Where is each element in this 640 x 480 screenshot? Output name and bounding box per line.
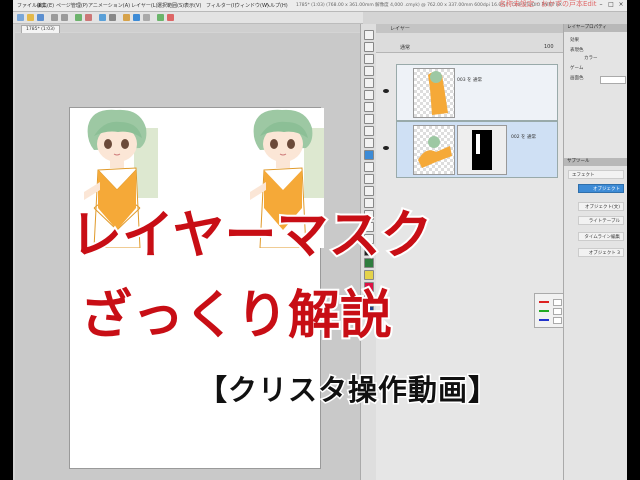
menu-select[interactable]: 選択範囲(S) [157, 2, 184, 9]
screen-color-field[interactable] [600, 76, 626, 84]
property-item-object-3[interactable]: オブジェクト 3 [578, 248, 624, 257]
overlay-subtitle: 【クリスタ操作動画】 [196, 373, 499, 407]
save-icon[interactable] [37, 14, 44, 21]
new-file-icon[interactable] [17, 14, 24, 21]
layer-thumbnail [413, 68, 455, 118]
brush-tool-icon[interactable] [364, 114, 374, 124]
layer-name[interactable]: 002 を 通常 [511, 134, 536, 140]
airbrush-tool-icon[interactable] [364, 126, 374, 136]
move-tool-icon[interactable] [364, 30, 374, 40]
menu-layer[interactable]: レイヤー(L) [131, 2, 158, 9]
fill-icon[interactable] [75, 14, 82, 21]
crop-icon[interactable] [109, 14, 116, 21]
layer-mask-thumbnail[interactable] [457, 125, 507, 175]
select-tool-icon[interactable] [364, 54, 374, 64]
grid-icon[interactable] [143, 14, 150, 21]
ruler-icon[interactable] [133, 14, 140, 21]
effect-label: 効果 [570, 38, 579, 43]
color-icon[interactable] [157, 14, 164, 21]
lasso-tool-icon[interactable] [364, 66, 374, 76]
layer-blend-row: 通常 100 [376, 43, 563, 53]
color-slider-panel [534, 293, 564, 328]
menu-filter[interactable]: フィルター(I) [206, 2, 236, 9]
sub-label: ゲーム [570, 66, 584, 71]
overlay-title-line2: ざっくり解説 [78, 286, 394, 346]
property-item-lighttable[interactable]: ライトテーブル [578, 216, 624, 225]
figure-tool-icon[interactable] [364, 186, 374, 196]
gradient-tool-icon[interactable] [364, 174, 374, 184]
undo-icon[interactable] [51, 14, 58, 21]
menu-view[interactable]: 表示(V) [184, 2, 201, 9]
minimize-icon[interactable]: – [597, 1, 605, 9]
blue-slider[interactable] [539, 319, 549, 321]
close-icon[interactable]: × [617, 1, 625, 9]
layer-panel-header: レイヤー [376, 24, 563, 33]
blend-mode-select[interactable]: 通常 [400, 44, 410, 51]
layer-property-title: レイヤープロパティ [564, 24, 627, 32]
menu-animation[interactable]: アニメーション(A) [88, 2, 130, 9]
blend-tool-icon[interactable] [364, 150, 374, 160]
rotate-icon[interactable] [167, 14, 174, 21]
eraser-tool-icon[interactable] [364, 138, 374, 148]
blue-value-field[interactable] [553, 317, 562, 324]
snap-icon[interactable] [123, 14, 130, 21]
opacity-value[interactable]: 100 [544, 44, 554, 50]
canvas-tab-bar: 1785* (1:03) [15, 24, 360, 33]
layer-toolbar [376, 33, 563, 43]
sub-panel-title: サブツール [564, 158, 627, 166]
expression-color-value[interactable]: カラー [584, 55, 598, 61]
menu-page[interactable]: ページ管理(P) [56, 2, 88, 9]
right-panel: レイヤープロパティ 効果 表現色 カラー ゲーム 画面色 サブツール エフェクト… [564, 24, 627, 480]
canvas-tab[interactable]: 1785* (1:03) [21, 25, 60, 33]
maximize-icon[interactable]: □ [607, 1, 615, 9]
layer-row[interactable]: 003 を 通常 [383, 64, 558, 121]
eyedropper-tool-icon[interactable] [364, 78, 374, 88]
visibility-eye-icon[interactable] [383, 89, 389, 93]
clear-icon[interactable] [85, 14, 92, 21]
overlay-title-line1: レイヤーマスク [68, 206, 434, 266]
pencil-tool-icon[interactable] [364, 102, 374, 112]
layer-row[interactable]: 002 を 通常 [383, 121, 558, 178]
open-folder-icon[interactable] [27, 14, 34, 21]
command-bar [13, 12, 363, 24]
menu-window[interactable]: ウィンドウ(W) [235, 2, 269, 9]
red-value-field[interactable] [553, 299, 562, 306]
fill-tool-icon[interactable] [364, 162, 374, 172]
green-slider[interactable] [539, 310, 549, 312]
menu-bar: ファイル(F) 編集(E) ページ管理(P) アニメーション(A) レイヤー(L… [13, 0, 627, 12]
property-item-object[interactable]: オブジェクト [578, 184, 624, 193]
effect-header[interactable]: エフェクト [568, 170, 624, 179]
layer-panel-title: レイヤー [390, 26, 410, 32]
redo-icon[interactable] [61, 14, 68, 21]
green-value-field[interactable] [553, 308, 562, 315]
pen-tool-icon[interactable] [364, 90, 374, 100]
layer-thumbnail [413, 125, 455, 175]
transparent-color-icon[interactable] [364, 270, 374, 280]
menu-help[interactable]: ヘルプ(H) [265, 2, 288, 9]
screen-color-label: 画面色 [570, 76, 584, 81]
property-item-object-text[interactable]: オブジェクト(文) [578, 202, 624, 211]
zoom-tool-icon[interactable] [364, 42, 374, 52]
property-item-timeline[interactable]: タイムライン編集 [578, 232, 624, 241]
visibility-eye-icon[interactable] [383, 146, 389, 150]
app-name: 名称未設定 - おかずの戸本Edit [499, 0, 597, 8]
menu-edit[interactable]: 編集(E) [37, 2, 54, 9]
transform-icon[interactable] [99, 14, 106, 21]
video-frame: ファイル(F) 編集(E) ページ管理(P) アニメーション(A) レイヤー(L… [0, 0, 640, 480]
red-slider[interactable] [539, 301, 549, 303]
expression-color-label: 表現色 [570, 48, 584, 53]
layer-name[interactable]: 003 を 通常 [457, 77, 482, 83]
